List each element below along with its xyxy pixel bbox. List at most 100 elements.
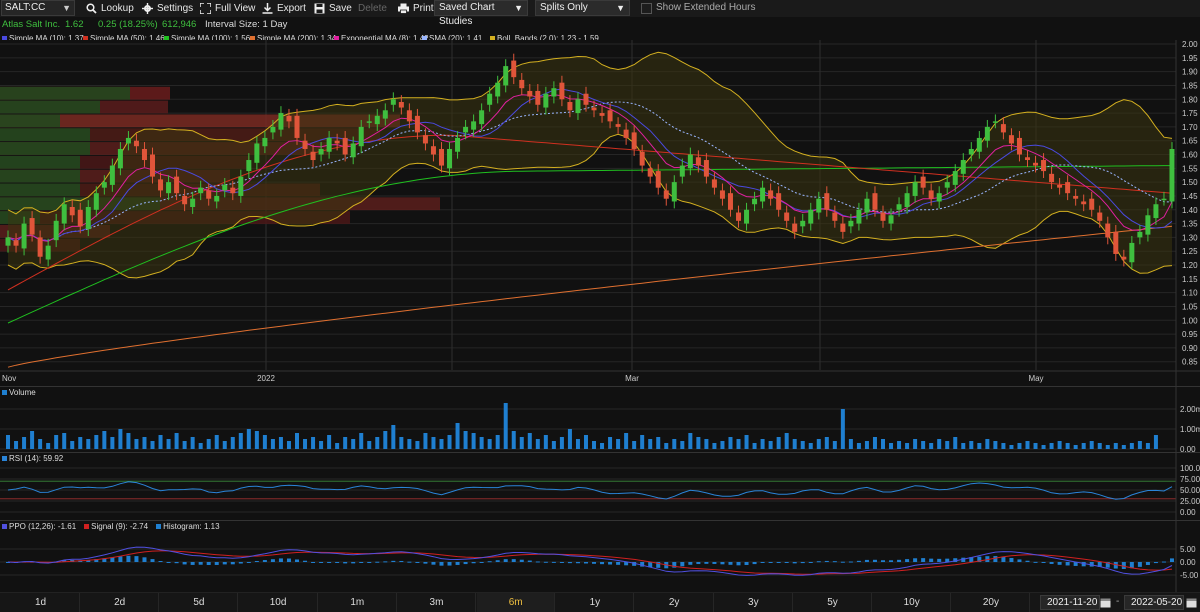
volume-bar	[22, 437, 27, 449]
candle-body	[752, 198, 758, 205]
range-button-3y[interactable]: 3y	[715, 593, 793, 612]
candle-body	[1065, 182, 1071, 194]
volume-bar	[543, 435, 548, 449]
range-button-5y[interactable]: 5y	[794, 593, 872, 612]
volume-bar	[335, 443, 340, 449]
histogram-bar	[511, 559, 516, 562]
delete-button[interactable]: Delete	[358, 1, 387, 15]
volume-bar	[752, 443, 757, 449]
candle-body	[647, 168, 653, 177]
symbol-input[interactable]: SALT:CC ▼	[1, 0, 75, 16]
rsi-tick-label: 75.00	[1180, 475, 1200, 484]
settings-button[interactable]: Settings	[142, 1, 193, 15]
range-button-1y[interactable]: 1y	[556, 593, 635, 612]
candle-body	[254, 143, 260, 163]
range-button-6m[interactable]: 6m	[477, 593, 556, 612]
save-button[interactable]: Save	[314, 1, 352, 15]
rsi-background	[0, 452, 1200, 520]
print-button[interactable]: Print	[398, 1, 434, 15]
volume-bar	[463, 431, 468, 449]
range-button-2d[interactable]: 2d	[81, 593, 160, 612]
price-tick-label: 1.90	[1182, 68, 1198, 77]
candle-body	[695, 157, 701, 166]
range-button-5d[interactable]: 5d	[160, 593, 239, 612]
histogram-bar	[351, 562, 356, 564]
candle-body	[302, 140, 308, 149]
histogram-bar	[190, 562, 195, 565]
candle-body	[166, 182, 172, 194]
date-to-input[interactable]: 2022-05-20	[1124, 595, 1184, 610]
volume-bar	[38, 439, 43, 449]
lookup-button[interactable]: Lookup	[86, 1, 134, 15]
volume-bar	[816, 439, 821, 449]
volume-bar	[102, 431, 107, 449]
full-view-button[interactable]: Full View	[200, 1, 255, 15]
candle-body	[655, 171, 661, 188]
candle-body	[1129, 242, 1135, 263]
volume-bar	[1033, 443, 1038, 449]
range-button-20y[interactable]: 20y	[952, 593, 1031, 612]
volume-bar	[311, 437, 316, 449]
volume-bar	[367, 441, 372, 449]
volume-bar	[848, 439, 853, 449]
histogram-bar	[848, 561, 853, 563]
volume-bar	[1009, 445, 1014, 449]
volume-profile-bar	[0, 128, 90, 142]
volume-bar	[351, 439, 356, 449]
volume-bar	[359, 433, 364, 449]
calendar-icon[interactable]	[1100, 597, 1111, 608]
time-tick-label: 2022	[257, 374, 275, 383]
candle-body	[61, 204, 67, 224]
rsi-pane[interactable]: 100.00 75.00 50.00 25.00 0.00 RSI (14): 59.9…	[0, 452, 1200, 520]
volume-bar	[519, 437, 524, 449]
ppo-pane[interactable]: 5.00 0.00 -5.00 PPO (12,26): -1.61 Signal …	[0, 520, 1200, 592]
saved-studies-select[interactable]: Saved Chart Studies ▼	[434, 0, 528, 27]
volume-chart[interactable]: 2.00m 1.00m 0.00	[0, 386, 1200, 452]
range-button-2y[interactable]: 2y	[636, 593, 714, 612]
range-button-1m[interactable]: 1m	[319, 593, 397, 612]
range-button-10y[interactable]: 10y	[873, 593, 952, 612]
volume-bar	[688, 433, 693, 449]
histogram-bar	[431, 562, 436, 565]
candle-body	[479, 110, 485, 125]
volume-bar	[640, 435, 645, 449]
candle-body	[984, 126, 990, 141]
volume-pane[interactable]: 2.00m 1.00m 0.00 Volume	[0, 386, 1200, 452]
histogram-bar	[720, 562, 725, 565]
rsi-label: RSI (14): 59.92	[2, 454, 63, 463]
volume-bar	[760, 439, 765, 449]
candle-body	[471, 121, 477, 130]
splits-select[interactable]: Splits Only ▼	[535, 0, 630, 16]
rsi-chart[interactable]: 100.00 75.00 50.00 25.00 0.00	[0, 452, 1200, 520]
volume-bar	[30, 431, 35, 449]
volume-profile-bar	[0, 86, 130, 100]
candle-body	[687, 154, 693, 169]
volume-bar	[800, 441, 805, 449]
export-button[interactable]: Export	[262, 1, 306, 15]
histogram-bar	[929, 558, 934, 562]
volume-bar	[303, 439, 308, 449]
histogram-bar	[174, 562, 179, 564]
candle-body	[117, 148, 123, 169]
candle-body	[968, 148, 974, 155]
histogram-bar	[889, 560, 894, 562]
calendar-icon[interactable]	[1186, 597, 1197, 608]
price-chart-pane[interactable]: 2.00 1.95 1.90 1.85 1.80 1.75 1.70 1.65 1.60 1.55…	[0, 40, 1200, 386]
extended-hours-checkbox[interactable]	[641, 3, 652, 14]
date-from-input[interactable]: 2021-11-20	[1040, 595, 1100, 610]
price-chart[interactable]: 2.00 1.95 1.90 1.85 1.80 1.75 1.70 1.65 1.60 1.55…	[0, 40, 1200, 386]
histogram-bar	[1169, 558, 1174, 562]
floppy-disk-icon	[314, 3, 325, 14]
candle-body	[1024, 157, 1030, 161]
chevron-down-icon: ▼	[62, 3, 71, 13]
candle-body	[896, 204, 902, 210]
histogram-bar	[800, 562, 805, 564]
volume-bar	[407, 439, 412, 449]
range-button-10d[interactable]: 10d	[240, 593, 318, 612]
range-button-1d[interactable]: 1d	[2, 593, 80, 612]
histogram-bar	[824, 560, 829, 562]
range-button-3m[interactable]: 3m	[398, 593, 476, 612]
candle-body	[286, 115, 292, 122]
candle-body	[503, 66, 509, 86]
volume-bar	[832, 441, 837, 449]
